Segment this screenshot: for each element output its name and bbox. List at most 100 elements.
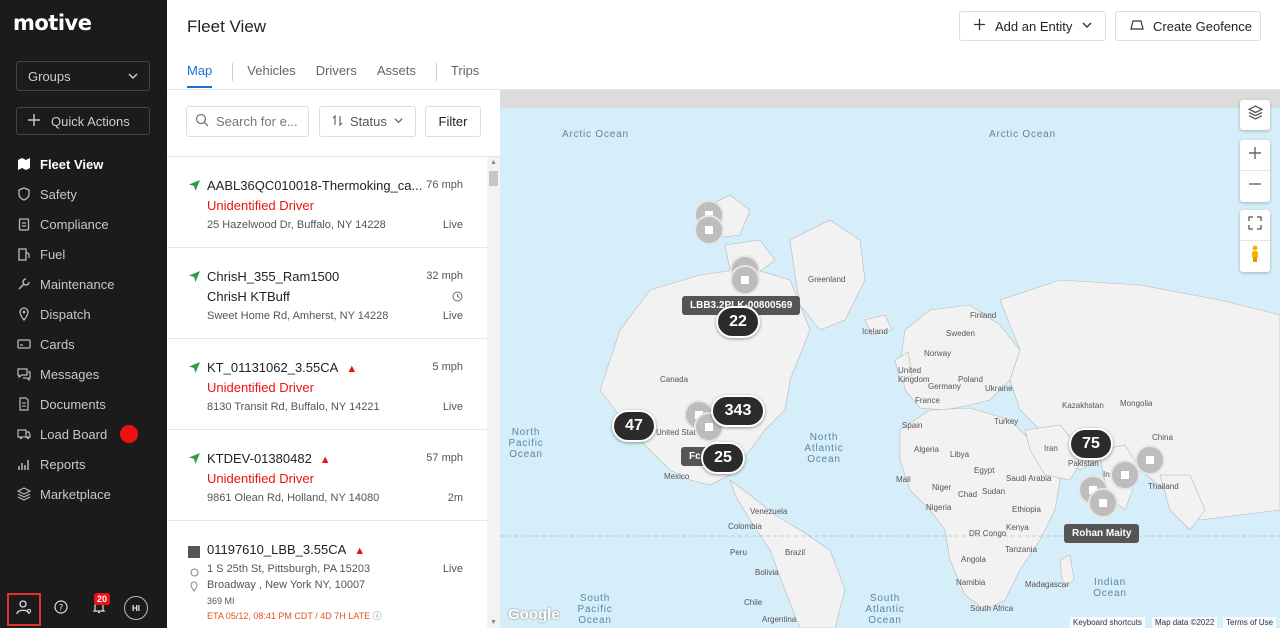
driver-name: ChrisH KTBuff — [207, 289, 290, 304]
create-geofence-label: Create Geofence — [1153, 18, 1253, 34]
cluster-marker[interactable]: 25 — [701, 442, 745, 474]
driver-name: Unidentified Driver — [207, 471, 314, 486]
sidebar-item-reports[interactable]: Reports — [0, 449, 167, 479]
country-label: Germany — [928, 382, 961, 391]
street-view-button[interactable] — [1240, 241, 1270, 272]
country-label: Namibia — [956, 578, 986, 587]
sidebar-item-load-board[interactable]: Load Board — [0, 419, 167, 449]
motive-logo[interactable]: motive — [13, 11, 92, 35]
plus-icon — [27, 113, 41, 130]
vehicle-speed: 57 mph — [426, 452, 463, 464]
tab-assets[interactable]: Assets — [377, 63, 416, 88]
country-label: Peru — [730, 548, 747, 557]
quick-actions-button[interactable]: Quick Actions — [16, 107, 150, 135]
cluster-marker[interactable]: 47 — [612, 410, 656, 442]
sidebar-item-messages[interactable]: Messages — [0, 359, 167, 389]
fullscreen-button[interactable] — [1240, 210, 1270, 241]
view-tabs: Map Vehicles Drivers Assets Trips — [187, 63, 499, 88]
country-label: Ukraine — [985, 384, 1013, 393]
cluster-marker[interactable]: 22 — [716, 306, 760, 338]
zoom-in-button[interactable] — [1240, 140, 1270, 171]
country-label: Libya — [950, 450, 970, 459]
sidebar-item-documents[interactable]: Documents — [0, 389, 167, 419]
sidebar-item-cards[interactable]: Cards — [0, 329, 167, 359]
scroll-up-arrow-icon[interactable]: ▲ — [490, 159, 497, 166]
load-board-alert-dot — [120, 425, 139, 443]
country-label: Madagascar — [1025, 580, 1070, 589]
terms-of-use-link[interactable]: Terms of Use — [1223, 617, 1277, 628]
country-label: Angola — [961, 555, 986, 564]
country-label: Sudan — [982, 487, 1006, 496]
svg-text:?: ? — [59, 603, 64, 613]
vehicle-address: 25 Hazelwood Dr, Buffalo, NY 14228 — [207, 219, 386, 231]
user-settings-button[interactable] — [7, 593, 41, 626]
country-label: Finland — [970, 311, 997, 320]
sidebar-item-fleet-view[interactable]: Fleet View — [0, 149, 167, 179]
clock-icon — [452, 289, 463, 307]
sidebar-item-maintenance[interactable]: Maintenance — [0, 269, 167, 299]
filter-button[interactable]: Filter — [425, 106, 481, 137]
sidebar-item-marketplace[interactable]: Marketplace — [0, 479, 167, 509]
list-item[interactable]: ChrisH_355_Ram1500 32 mph ChrisH KTBuff … — [167, 248, 487, 339]
country-label: Greenland — [808, 275, 846, 284]
sidebar-item-label: Dispatch — [40, 306, 91, 322]
country-label: Egypt — [974, 466, 995, 475]
tab-trips[interactable]: Trips — [451, 63, 479, 88]
search-input[interactable]: Search for e... — [186, 106, 309, 137]
vehicle-address: 9861 Olean Rd, Holland, NY 14080 — [207, 492, 380, 504]
list-item[interactable]: KT_01131062_3.55CA ▲ 5 mph Unidentified D… — [167, 339, 487, 430]
map-icon — [17, 157, 31, 171]
tab-divider — [435, 63, 437, 81]
eta-text: ETA 05/12, 08:41 PM CDT — [207, 611, 313, 621]
search-icon — [195, 113, 209, 130]
scroll-down-arrow-icon[interactable]: ▼ — [490, 619, 497, 626]
clipboard-icon — [17, 217, 31, 231]
help-button[interactable]: ? — [52, 599, 70, 618]
truck-icon — [17, 427, 31, 441]
tab-drivers[interactable]: Drivers — [316, 63, 357, 88]
warning-triangle-icon: ▲ — [346, 363, 358, 375]
create-geofence-button[interactable]: Create Geofence — [1115, 11, 1261, 41]
fleet-map[interactable]: Arctic Ocean Arctic Ocean North Pacific … — [500, 90, 1280, 628]
sidebar-item-compliance[interactable]: Compliance — [0, 209, 167, 239]
moving-arrow-icon — [188, 361, 201, 379]
sidebar-item-label: Maintenance — [40, 276, 115, 292]
map-layers-button[interactable] — [1240, 100, 1270, 130]
world-map-land — [500, 194, 1280, 628]
sidebar-item-label: Safety — [40, 186, 77, 202]
sidebar-item-label: Cards — [40, 336, 75, 352]
list-item[interactable]: 01197610_LBB_3.55CA ▲ 1 S 25th St, Pittsb… — [167, 521, 487, 628]
info-icon[interactable]: ⓘ — [373, 611, 382, 621]
sidebar: motive Groups Quick Actions Fleet View S… — [0, 0, 167, 628]
vehicle-marker[interactable] — [1135, 445, 1165, 475]
sidebar-bottom-bar: ? 20 HI — [0, 592, 167, 628]
map-data-attribution: Map data ©2022 — [1152, 617, 1218, 628]
list-item[interactable]: AABL36QC010018-Thermoking_ca... 76 mph U… — [167, 157, 487, 248]
groups-dropdown[interactable]: Groups — [16, 61, 150, 91]
sidebar-item-safety[interactable]: Safety — [0, 179, 167, 209]
tab-map[interactable]: Map — [187, 63, 213, 88]
vehicle-marker[interactable] — [694, 215, 724, 245]
groups-label: Groups — [28, 68, 71, 84]
list-scrollbar[interactable]: ▲ ▼ — [487, 157, 500, 628]
add-entity-button[interactable]: Add an Entity — [959, 11, 1106, 41]
sidebar-item-dispatch[interactable]: Dispatch — [0, 299, 167, 329]
country-label: China — [1152, 433, 1173, 442]
keyboard-shortcuts-link[interactable]: Keyboard shortcuts — [1070, 617, 1145, 628]
tab-vehicles[interactable]: Vehicles — [247, 63, 295, 88]
trip-destination: Broadway , New York NY, 10007 — [207, 579, 366, 591]
vehicle-marker[interactable] — [730, 265, 760, 295]
cluster-marker[interactable]: 343 — [711, 395, 765, 427]
map-view-controls — [1240, 210, 1270, 272]
vehicle-status: Live — [442, 401, 463, 413]
avatar[interactable]: HI — [124, 596, 148, 620]
cluster-marker[interactable]: 75 — [1069, 428, 1113, 460]
list-item[interactable]: KTDEV-01380482 ▲ 57 mph Unidentified Driv… — [167, 430, 487, 521]
zoom-out-button[interactable] — [1240, 171, 1270, 202]
driver-name: Unidentified Driver — [207, 380, 314, 395]
status-sort-button[interactable]: Status — [319, 106, 416, 137]
scroll-thumb[interactable] — [489, 171, 498, 186]
sidebar-item-fuel[interactable]: Fuel — [0, 239, 167, 269]
vehicle-marker[interactable] — [1088, 488, 1118, 518]
ocean-label: Arctic Ocean — [989, 129, 1056, 140]
